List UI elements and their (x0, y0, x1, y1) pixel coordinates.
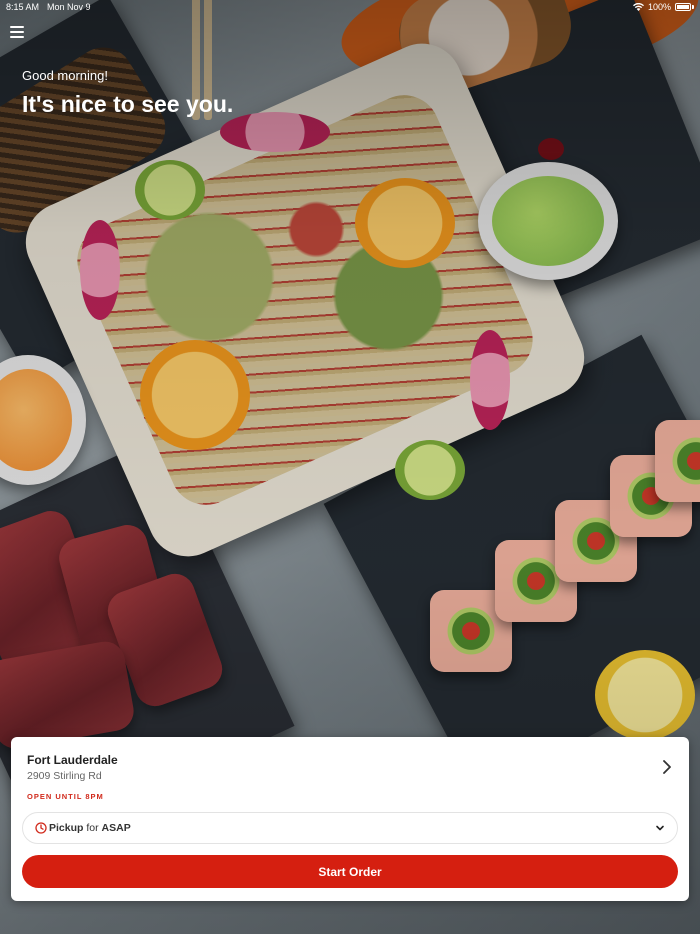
location-selector[interactable]: Fort Lauderdale 2909 Stirling Rd (11, 737, 689, 795)
status-time: 8:15 AM (6, 2, 40, 12)
status-bar: 8:15 AM Mon Nov 9 100% (0, 0, 700, 14)
pickup-time: ASAP (101, 822, 131, 834)
hamburger-menu-icon[interactable] (10, 26, 24, 38)
pickup-connector: for (86, 822, 99, 834)
order-card: Fort Lauderdale 2909 Stirling Rd OPEN UN… (11, 737, 689, 901)
greeting-text: Good morning! (22, 68, 108, 83)
pickup-label: Pickup for ASAP (49, 822, 131, 834)
pickup-time-dropdown[interactable]: Pickup for ASAP (22, 812, 678, 844)
chevron-down-icon (656, 825, 664, 831)
battery-tip (692, 5, 694, 9)
open-status-badge: OPEN UNTIL 8PM (27, 792, 104, 801)
location-name: Fort Lauderdale (27, 753, 118, 767)
location-address: 2909 Stirling Rd (27, 770, 102, 782)
battery-icon (675, 3, 691, 11)
battery-percent: 100% (647, 2, 671, 12)
clock-icon (35, 822, 47, 834)
page-title: It's nice to see you. (22, 91, 234, 117)
chevron-right-icon[interactable] (661, 759, 673, 775)
wifi-icon (632, 3, 644, 11)
start-order-button[interactable]: Start Order (22, 855, 678, 888)
pickup-mode: Pickup (49, 822, 84, 834)
status-date: Mon Nov 9 (47, 2, 91, 12)
